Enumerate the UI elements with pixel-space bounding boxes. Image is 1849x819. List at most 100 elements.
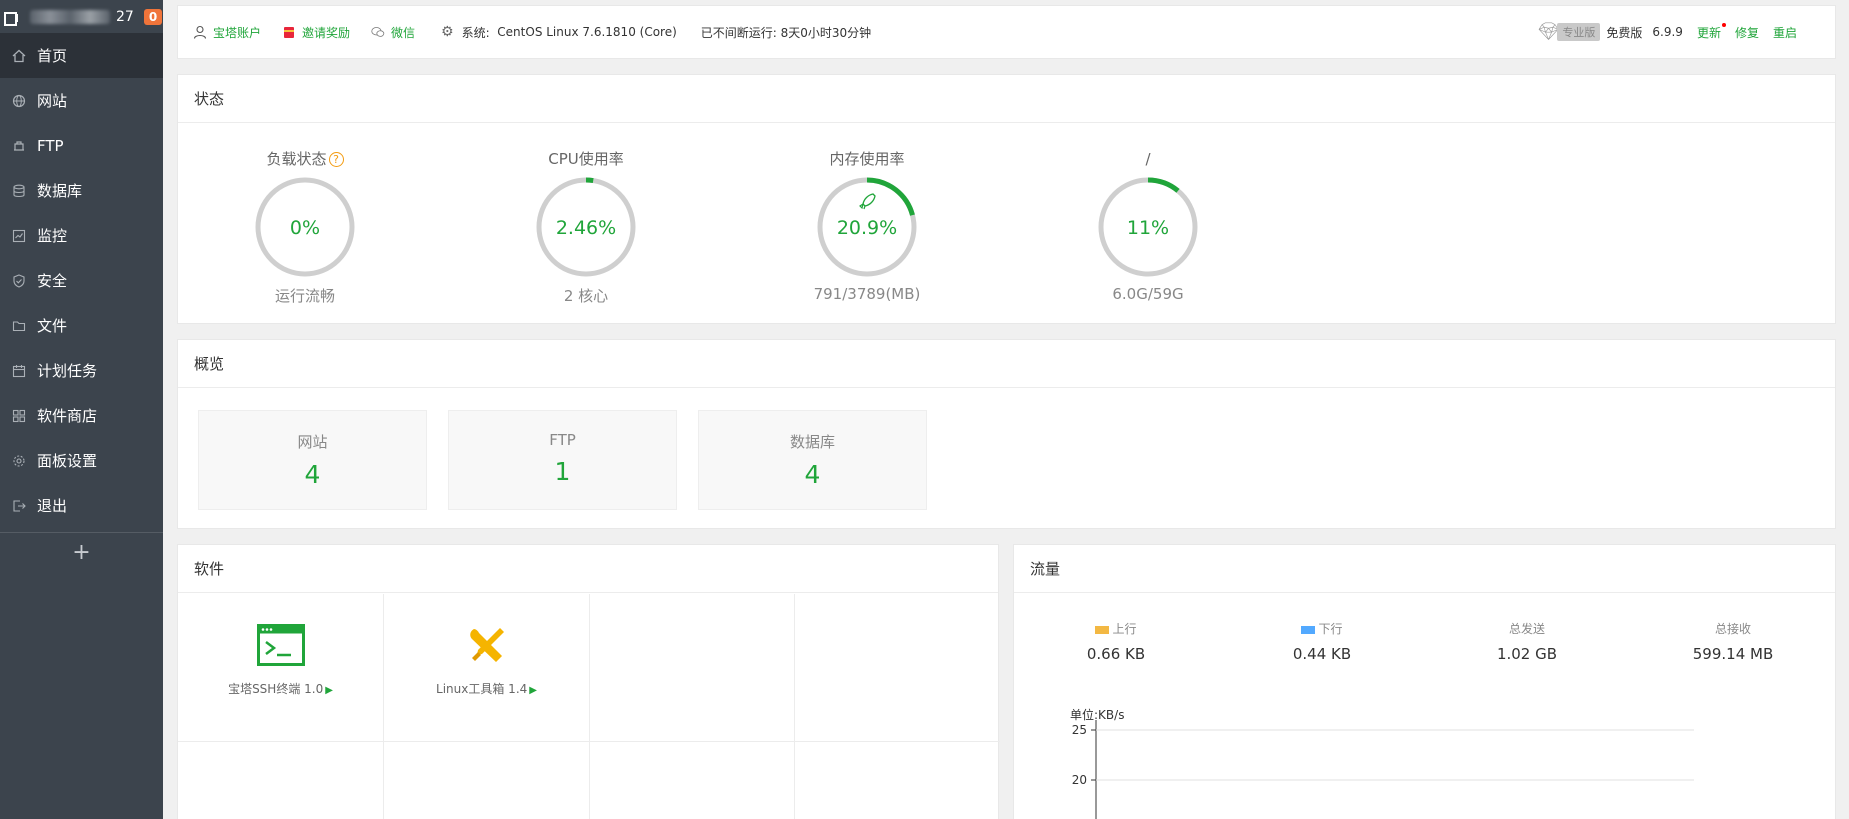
- diamond-icon: 💎︎: [1537, 22, 1560, 42]
- overview-title: 概览: [178, 340, 1835, 388]
- software-name-text: 宝塔SSH终端 1.0: [228, 682, 324, 696]
- traffic-panel: 流量 上行 0.66 KB 下行 0.44 KB 总发送 1.02 GB 总接收…: [1013, 544, 1836, 819]
- sidebar-item-cron[interactable]: 计划任务: [0, 348, 163, 393]
- cpu-label: CPU使用率: [548, 150, 624, 168]
- wechat-link[interactable]: 微信: [371, 24, 415, 41]
- cpu-gauge[interactable]: CPU使用率 2.46% 2 核心: [506, 149, 666, 306]
- sidebar-item-ftp[interactable]: FTP: [0, 123, 163, 168]
- memory-ring: 20.9%: [817, 177, 917, 277]
- card-value: 4: [804, 460, 821, 489]
- disk-sub: 6.0G/59G: [1112, 285, 1184, 303]
- server-header[interactable]: 27 0: [0, 0, 163, 33]
- upload-label: 上行: [1036, 620, 1196, 637]
- update-link[interactable]: 更新: [1697, 22, 1726, 41]
- rocket-icon[interactable]: [859, 193, 876, 210]
- software-panel: 软件 宝塔SSH终端 1.0 ▶ Linux工具箱 1.4 ▶: [177, 544, 1000, 819]
- sidebar-item-label: FTP: [37, 136, 64, 155]
- message-badge[interactable]: 0: [143, 8, 163, 25]
- load-label: 负载状态: [266, 150, 327, 168]
- help-icon[interactable]: ?: [328, 152, 344, 167]
- repair-link[interactable]: 修复: [1735, 24, 1759, 41]
- grid-icon: [12, 409, 26, 423]
- terminal-icon: [256, 624, 305, 666]
- memory-gauge[interactable]: 内存使用率 20.9% 791/3789(MB): [787, 149, 947, 303]
- logout-icon: [12, 499, 26, 513]
- total-received-value: 599.14 MB: [1692, 645, 1774, 663]
- cpu-ring: 2.46%: [536, 177, 636, 277]
- software-slot-empty: [795, 742, 1000, 819]
- status-panel: 状态 负载状态? 0% 运行流畅 CPU使用率 2.46% 2 核心 内存使用率…: [177, 74, 1836, 324]
- total-sent-label: 总发送: [1508, 622, 1545, 636]
- software-item-toolbox[interactable]: Linux工具箱 1.4 ▶: [384, 594, 590, 742]
- monitor-icon: [12, 229, 26, 243]
- user-icon: [193, 25, 207, 39]
- account-link[interactable]: 宝塔账户: [193, 24, 261, 41]
- memory-value: 20.9%: [837, 217, 897, 239]
- sidebar-item-files[interactable]: 文件: [0, 303, 163, 348]
- disk-gauge[interactable]: / 11% 6.0G/59G: [1068, 149, 1228, 303]
- sidebar-item-label: 文件: [37, 317, 68, 335]
- sidebar-item-home[interactable]: 首页: [0, 33, 163, 78]
- overview-card-website[interactable]: 网站 4: [198, 410, 427, 510]
- add-shortcut-button[interactable]: +: [0, 532, 163, 572]
- software-slot-empty: [590, 742, 795, 819]
- software-grid: 宝塔SSH终端 1.0 ▶ Linux工具箱 1.4 ▶: [178, 594, 1000, 819]
- download-label: 下行: [1242, 620, 1402, 637]
- traffic-chart[interactable]: 25 20: [1054, 720, 1774, 819]
- sidebar-item-label: 计划任务: [37, 362, 98, 380]
- traffic-download: 下行 0.44 KB: [1242, 620, 1402, 663]
- restart-link[interactable]: 重启: [1773, 24, 1797, 41]
- software-item-ssh[interactable]: 宝塔SSH终端 1.0 ▶: [178, 594, 384, 742]
- disk-ring: 11%: [1098, 177, 1198, 277]
- sidebar-item-website[interactable]: 网站: [0, 78, 163, 123]
- sidebar-item-store[interactable]: 软件商店: [0, 393, 163, 438]
- traffic-total-sent: 总发送 1.02 GB: [1447, 620, 1607, 663]
- software-name-text: Linux工具箱 1.4: [436, 682, 528, 696]
- wechat-label: 微信: [391, 25, 416, 40]
- sidebar-item-label: 数据库: [37, 182, 83, 200]
- overview-panel: 概览 网站 4 FTP 1 数据库 4: [177, 339, 1836, 529]
- invite-link[interactable]: 邀请奖励: [282, 24, 350, 41]
- download-value: 0.44 KB: [1292, 645, 1352, 663]
- play-icon[interactable]: ▶: [325, 685, 333, 696]
- sidebar-item-database[interactable]: 数据库: [0, 168, 163, 213]
- load-gauge[interactable]: 负载状态? 0% 运行流畅: [225, 149, 385, 306]
- sidebar-item-label: 退出: [37, 497, 68, 515]
- ftp-icon: [12, 139, 26, 153]
- system-label: 系统:: [461, 25, 490, 40]
- tools-icon: [469, 628, 504, 662]
- sidebar-item-label: 首页: [37, 47, 68, 65]
- cpu-value: 2.46%: [556, 217, 616, 239]
- uptime: 已不间断运行: 8天0小时30分钟: [700, 25, 872, 40]
- sidebar-item-label: 面板设置: [37, 452, 98, 470]
- wechat-icon: [371, 25, 385, 39]
- download-label-text: 下行: [1318, 622, 1343, 636]
- topbar-right: 💎︎ 专业版 免费版 6.9.9 更新 修复 重启: [1538, 22, 1835, 42]
- card-label: 网站: [297, 433, 328, 451]
- sidebar-item-logout[interactable]: 退出: [0, 483, 163, 528]
- calendar-icon: [12, 364, 26, 378]
- sidebar-item-security[interactable]: 安全: [0, 258, 163, 303]
- play-icon[interactable]: ▶: [529, 685, 537, 696]
- traffic-title: 流量: [1014, 545, 1835, 593]
- sidebar-item-monitor[interactable]: 监控: [0, 213, 163, 258]
- account-label: 宝塔账户: [213, 25, 262, 40]
- card-value: 1: [554, 457, 571, 486]
- traffic-total-received: 总接收 599.14 MB: [1653, 620, 1813, 663]
- software-slot-empty: [795, 594, 1000, 742]
- pro-badge[interactable]: 💎︎ 专业版: [1538, 22, 1601, 42]
- status-title: 状态: [178, 75, 1835, 123]
- version-label: 6.9.9: [1652, 25, 1683, 39]
- software-slot-empty: [590, 594, 795, 742]
- overview-card-ftp[interactable]: FTP 1: [448, 410, 677, 510]
- load-sub: 运行流畅: [274, 287, 335, 305]
- software-slot-empty: [384, 742, 590, 819]
- pro-label: 专业版: [1557, 23, 1601, 41]
- sidebar: 27 0 首页 网站 FTP 数据库 监控 安全 文件 计划任务 软件商店 面板…: [0, 0, 163, 819]
- sidebar-item-settings[interactable]: 面板设置: [0, 438, 163, 483]
- server-icon: [4, 10, 18, 26]
- y-tick-label: 20: [1072, 773, 1087, 787]
- overview-card-database[interactable]: 数据库 4: [698, 410, 927, 510]
- sidebar-item-label: 网站: [37, 92, 68, 110]
- y-tick-label: 25: [1072, 723, 1087, 737]
